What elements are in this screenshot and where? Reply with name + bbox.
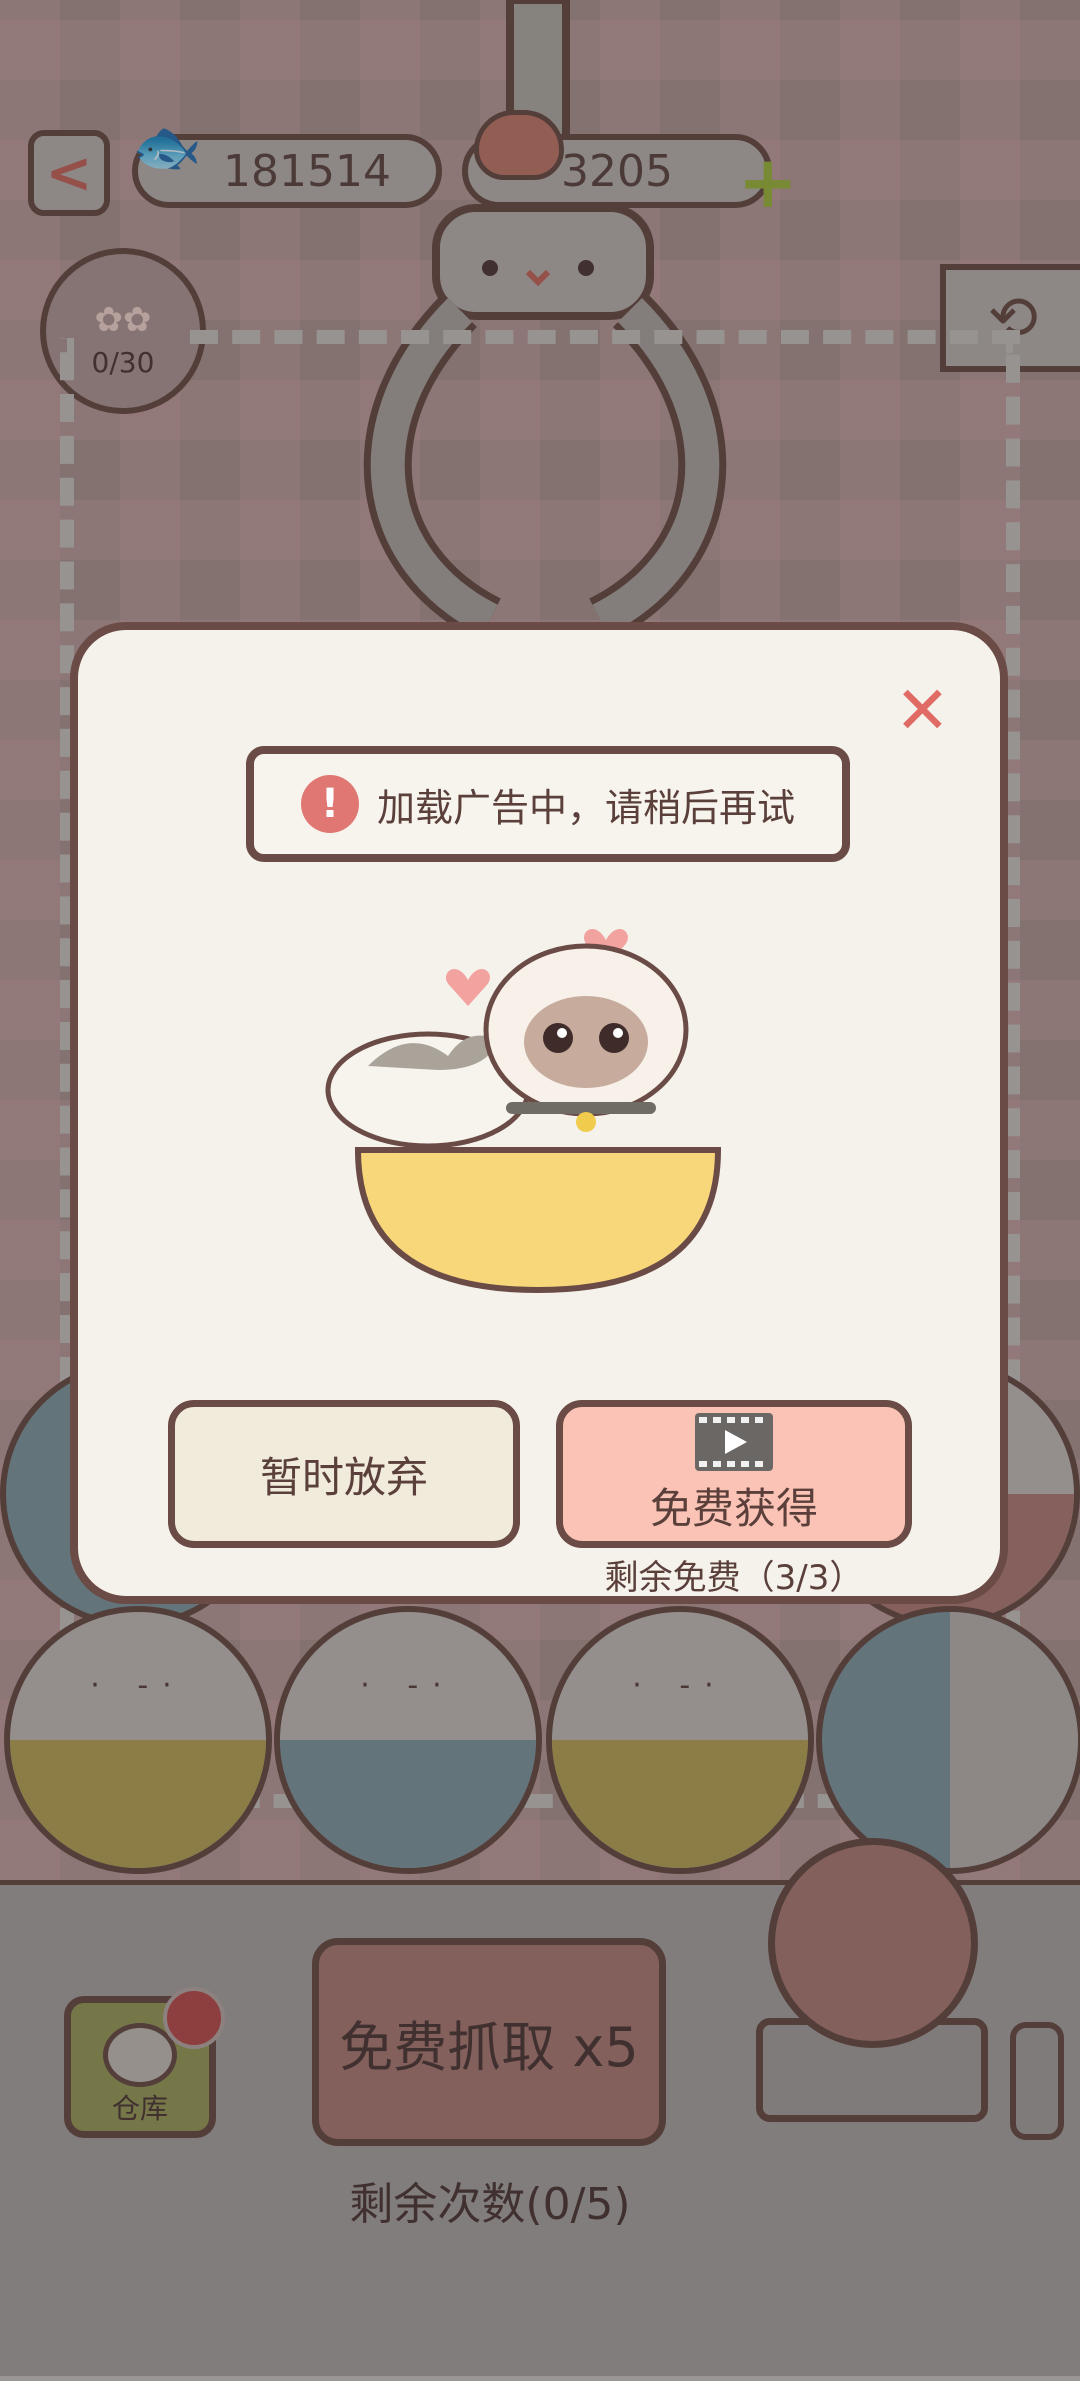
loading-ad-toast: ! 加载广告中，请稍后再试 (246, 746, 850, 862)
ad-reward-dialog: ✕ ! 加载广告中，请稍后再试 暂时放弃 免费获得 剩余免费（3/3） (70, 622, 1008, 1604)
toast-message: 加载广告中，请稍后再试 (376, 785, 795, 830)
give-up-label: 暂时放弃 (259, 1452, 428, 1502)
free-remaining-count: 剩余免费（3/3） (604, 1558, 864, 1598)
give-up-button[interactable]: 暂时放弃 (168, 1400, 520, 1548)
close-icon[interactable]: ✕ (895, 678, 950, 744)
free-get-label: 免费获得 (649, 1483, 818, 1533)
video-ad-icon (695, 1412, 773, 1471)
free-get-button[interactable]: 免费获得 (556, 1400, 912, 1548)
warning-icon: ! (300, 775, 359, 833)
cats-in-bowl-illustration (325, 929, 722, 1294)
